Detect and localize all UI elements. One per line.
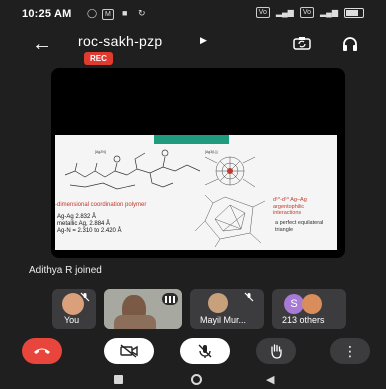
call-controls: ⋮: [0, 338, 386, 366]
end-call-button[interactable]: [22, 338, 62, 364]
participant-name: Mayil Mur...: [200, 315, 247, 325]
triangle-caption: a perfect equilateral triangle: [275, 220, 324, 233]
more-vert-icon: ⋮: [343, 343, 357, 359]
notification-icon: ◯: [87, 8, 98, 18]
clock: 10:25 AM: [22, 8, 72, 20]
raise-hand-button[interactable]: [256, 338, 296, 364]
participant-tile-you[interactable]: You: [52, 289, 96, 329]
signal-icon: ▂▄▆: [275, 8, 294, 17]
sync-icon: ↻: [138, 8, 146, 18]
recents-icon[interactable]: [114, 375, 123, 384]
battery-icon: [344, 7, 364, 18]
recording-badge: REC: [84, 52, 113, 65]
gallery-icon: M: [102, 8, 114, 20]
system-indicators: Vo ▂▄▆ Vo ▂▄▆: [255, 7, 364, 18]
others-count: 213 others: [282, 315, 325, 325]
video-off-icon: [120, 344, 138, 358]
volte-icon: Vo: [255, 7, 270, 18]
more-options-button[interactable]: ⋮: [330, 338, 370, 364]
polymer-caption: -dimensional coordination polymer: [55, 202, 147, 208]
interaction-caption: d¹⁰-d¹⁰ Ag–Ag argentophilic interactions: [273, 197, 307, 216]
mic-toggle-button[interactable]: [180, 338, 230, 364]
shared-slide: [Ag2N] [Ag3(L)] -dimensional coordinatio…: [55, 135, 337, 250]
back-nav-icon[interactable]: ◀: [266, 373, 274, 386]
participant-tile-others[interactable]: S 213 others: [272, 289, 346, 329]
speaker-body: [114, 315, 156, 329]
avatar: [302, 294, 322, 314]
svg-text:[Ag2N]: [Ag2N]: [95, 150, 106, 154]
system-navigation: ◀: [0, 370, 386, 389]
join-notification: Adithya R joined: [19, 262, 373, 280]
participant-tile-speaker[interactable]: [104, 289, 182, 329]
join-text: Adithya R joined: [29, 265, 102, 276]
stat-line: metallic Ag, 2.884 Å: [57, 221, 111, 227]
hand-icon: [271, 344, 282, 359]
signal-icon-2: ▂▄▆: [320, 8, 338, 17]
participant-name: You: [64, 315, 80, 325]
others-avatar: S: [284, 294, 304, 314]
mic-off-icon: [198, 344, 212, 358]
avatar: [208, 293, 228, 313]
presentation-stage[interactable]: [Ag2N] [Ag3(L)] -dimensional coordinatio…: [51, 68, 345, 258]
camera-toggle-button[interactable]: [104, 338, 154, 364]
bond-length-stats: Ag-Ag 2.832 Å metallic Ag, 2.884 Å Ag-N …: [57, 214, 122, 235]
stat-line: Ag-N = 2.310 to 2.420 Å: [57, 228, 122, 234]
status-bar: 10:25 AM ◯ M ■ ↻ Vo ▂▄▆ Vo ▂▄▆: [0, 0, 386, 26]
hang-up-icon: [34, 348, 50, 354]
meeting-code[interactable]: roc-sakh-pzp: [78, 33, 163, 49]
stat-line: Ag-Ag 2.832 Å: [57, 214, 97, 220]
volte-icon-2: Vo: [299, 7, 315, 18]
mic-off-icon: [80, 292, 90, 302]
caret-right-icon[interactable]: ▶: [200, 35, 207, 46]
back-arrow-icon[interactable]: ←: [32, 34, 52, 54]
svg-text:[Ag3(L)]: [Ag3(L)]: [205, 150, 217, 154]
meeting-header: ← roc-sakh-pzp ▶ REC: [0, 26, 386, 68]
mic-off-icon: [244, 292, 254, 302]
home-icon[interactable]: [191, 374, 202, 385]
switch-camera-icon[interactable]: [293, 36, 311, 50]
participant-tile-mayil[interactable]: Mayil Mur...: [190, 289, 264, 329]
speaking-indicator-icon: [162, 293, 178, 305]
chat-icon: ■: [122, 8, 128, 18]
headphones-icon[interactable]: [342, 36, 358, 52]
